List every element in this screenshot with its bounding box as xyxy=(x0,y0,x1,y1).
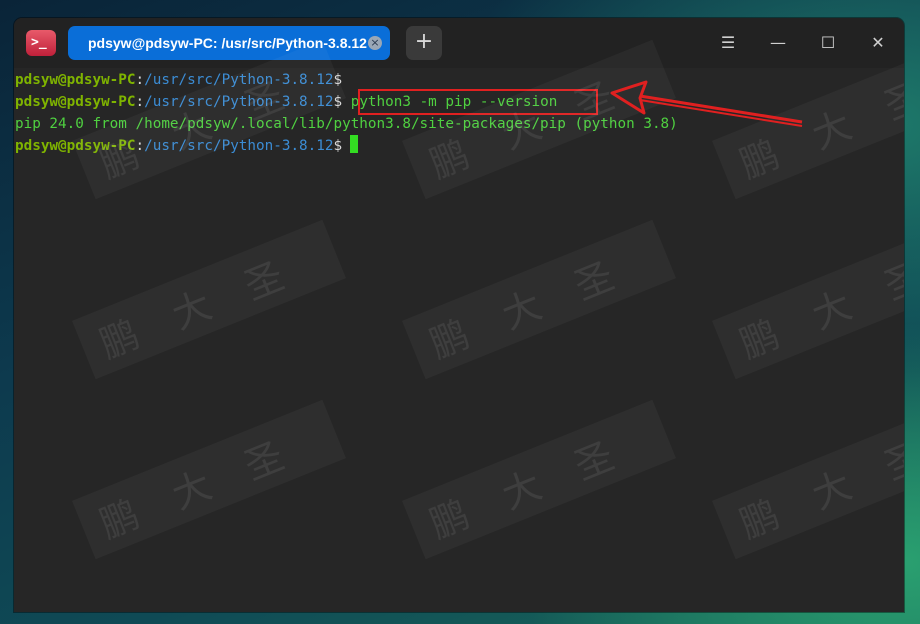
prompt-colon: : xyxy=(135,138,145,154)
command-output: pip 24.0 from /home/pdsyw/.local/lib/pyt… xyxy=(15,116,678,132)
titlebar: >_ pdsyw@pdsyw-PC: /usr/src/Python-3.8.1… xyxy=(14,18,904,68)
close-icon[interactable]: ✕ xyxy=(864,30,892,56)
annotation-highlight-box xyxy=(358,89,598,115)
prompt-colon: : xyxy=(135,94,145,110)
prompt-path: /usr/src/Python-3.8.12 xyxy=(144,72,334,88)
terminal-line: pdsyw@pdsyw-PC:/usr/src/Python-3.8.12$ xyxy=(15,69,342,91)
menu-icon[interactable]: ☰ xyxy=(714,30,742,56)
tab-title: pdsyw@pdsyw-PC: /usr/src/Python-3.8.12 xyxy=(88,35,367,51)
terminal-app-icon: >_ xyxy=(26,30,56,56)
new-tab-button[interactable]: + xyxy=(406,26,442,60)
prompt-dollar: $ xyxy=(333,138,343,154)
terminal-window: >_ pdsyw@pdsyw-PC: /usr/src/Python-3.8.1… xyxy=(14,18,904,612)
tab-active[interactable]: pdsyw@pdsyw-PC: /usr/src/Python-3.8.12 × xyxy=(68,26,390,60)
prompt-user: pdsyw@pdsyw-PC xyxy=(15,138,136,154)
text-cursor xyxy=(350,135,359,153)
prompt-dollar: $ xyxy=(333,72,343,88)
prompt-dollar: $ xyxy=(333,94,343,110)
terminal-line: pdsyw@pdsyw-PC:/usr/src/Python-3.8.12$ xyxy=(15,135,359,157)
prompt-colon: : xyxy=(135,72,145,88)
tab-close-icon[interactable]: × xyxy=(368,36,382,50)
prompt-path: /usr/src/Python-3.8.12 xyxy=(144,94,334,110)
prompt-path: /usr/src/Python-3.8.12 xyxy=(144,138,334,154)
maximize-icon[interactable]: ☐ xyxy=(814,30,842,56)
terminal-line: pip 24.0 from /home/pdsyw/.local/lib/pyt… xyxy=(15,113,678,135)
terminal-output[interactable]: pdsyw@pdsyw-PC:/usr/src/Python-3.8.12$ p… xyxy=(14,68,904,612)
prompt-user: pdsyw@pdsyw-PC xyxy=(15,94,136,110)
minimize-icon[interactable]: — xyxy=(764,30,792,56)
prompt-user: pdsyw@pdsyw-PC xyxy=(15,72,136,88)
